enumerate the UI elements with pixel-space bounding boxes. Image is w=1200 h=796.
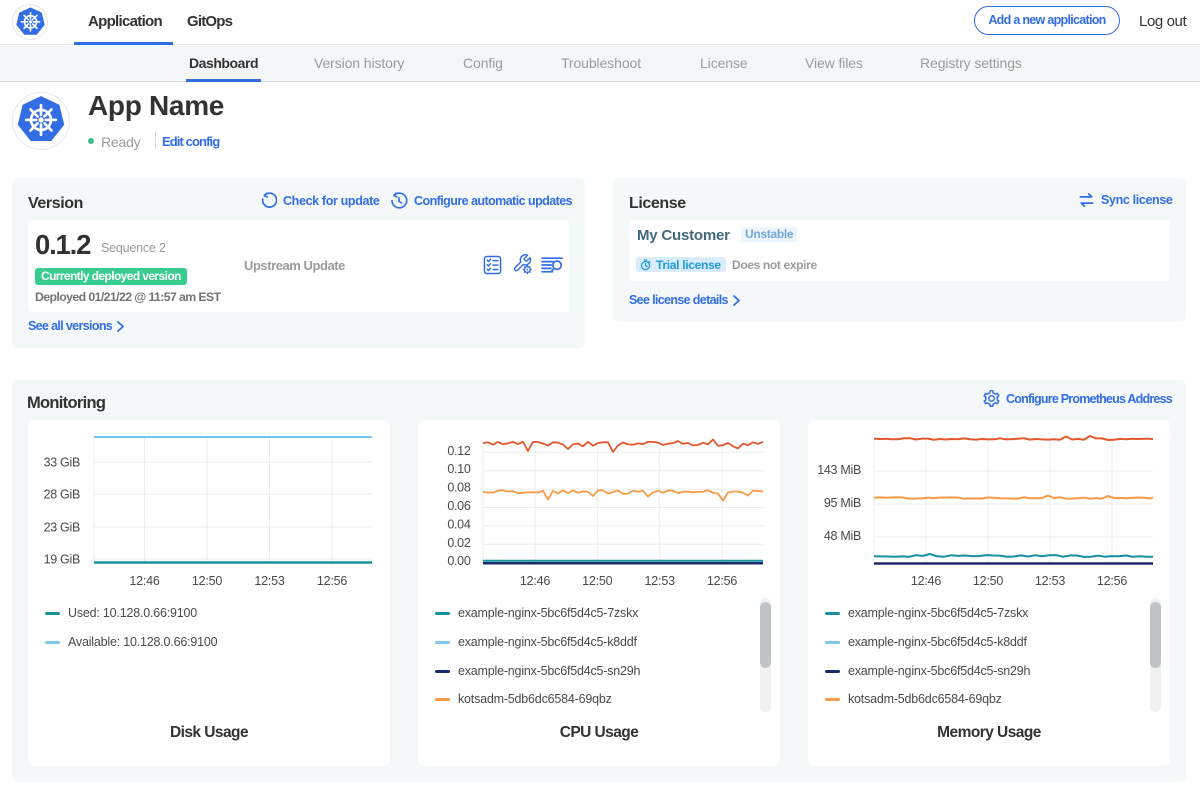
svg-text:12:46: 12:46 bbox=[129, 574, 160, 588]
svg-text:12:56: 12:56 bbox=[317, 574, 348, 588]
svg-text:12:46: 12:46 bbox=[911, 574, 942, 588]
svg-text:0.04: 0.04 bbox=[447, 517, 470, 531]
svg-text:12:56: 12:56 bbox=[707, 574, 738, 588]
svg-text:95 MiB: 95 MiB bbox=[824, 496, 861, 510]
svg-text:143 MiB: 143 MiB bbox=[817, 463, 861, 477]
svg-text:12:53: 12:53 bbox=[1035, 574, 1066, 588]
svg-text:0.10: 0.10 bbox=[447, 462, 470, 476]
svg-text:48 MiB: 48 MiB bbox=[824, 529, 861, 543]
svg-text:0.12: 0.12 bbox=[447, 444, 470, 458]
svg-text:0.02: 0.02 bbox=[447, 536, 470, 550]
svg-text:0.06: 0.06 bbox=[447, 499, 470, 513]
svg-text:0.08: 0.08 bbox=[447, 481, 470, 495]
svg-text:12:46: 12:46 bbox=[520, 574, 551, 588]
svg-text:12:50: 12:50 bbox=[192, 574, 223, 588]
svg-text:12:56: 12:56 bbox=[1097, 574, 1128, 588]
svg-text:0.00: 0.00 bbox=[447, 554, 470, 568]
svg-text:12:53: 12:53 bbox=[254, 574, 285, 588]
svg-text:12:50: 12:50 bbox=[582, 574, 613, 588]
svg-text:33 GiB: 33 GiB bbox=[44, 456, 80, 470]
svg-text:23 GiB: 23 GiB bbox=[44, 521, 80, 535]
svg-text:28 GiB: 28 GiB bbox=[44, 488, 80, 502]
svg-text:12:53: 12:53 bbox=[645, 574, 676, 588]
svg-text:12:50: 12:50 bbox=[973, 574, 1004, 588]
svg-text:19 GiB: 19 GiB bbox=[44, 553, 80, 567]
